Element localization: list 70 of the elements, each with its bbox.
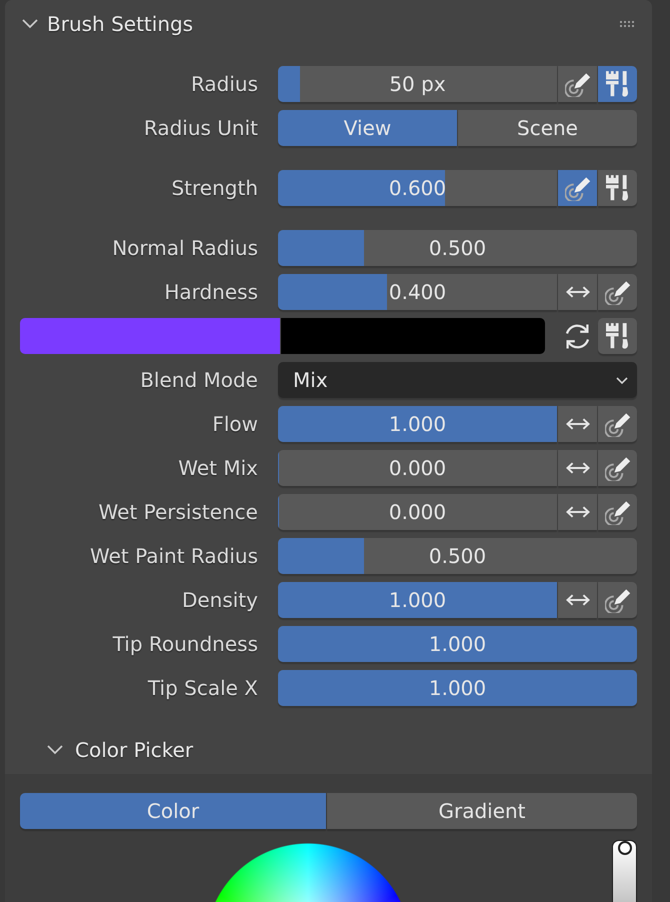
number-slider[interactable]: 0.000 [278, 450, 557, 486]
chevron-down-icon[interactable] [22, 19, 38, 29]
stylus-icon [604, 588, 630, 612]
chevron-down-icon[interactable] [47, 745, 63, 755]
panel-title: Brush Settings [47, 12, 194, 36]
double-arrow-icon [566, 418, 590, 430]
double-arrow-icon [566, 594, 590, 606]
stylus-icon [564, 176, 590, 200]
brush-icon [606, 175, 629, 201]
option-button[interactable]: View [278, 110, 457, 146]
field-label: Normal Radius [111, 236, 258, 260]
mode-tab[interactable]: Gradient [327, 793, 637, 829]
number-slider[interactable]: 0.000 [278, 494, 557, 530]
field-label: Tip Scale X [146, 676, 258, 700]
brush-icon [606, 71, 629, 97]
pressure-toggle[interactable] [598, 406, 637, 442]
field-label: Radius Unit [142, 116, 258, 140]
option-button[interactable]: Scene [458, 110, 637, 146]
number-slider[interactable]: 1.000 [278, 582, 557, 618]
number-slider[interactable]: 1.000 [278, 626, 637, 662]
field-label: Wet Mix [177, 456, 258, 480]
pressure-toggle[interactable] [598, 274, 637, 310]
stylus-icon [564, 72, 590, 96]
double-arrow-icon [566, 506, 590, 518]
field-label: Wet Persistence [97, 500, 258, 524]
pressure-toggle[interactable] [598, 494, 637, 530]
subpanel-title: Color Picker [75, 738, 194, 762]
stylus-icon [604, 412, 630, 436]
value-slider[interactable] [612, 840, 637, 902]
field-label: Radius [190, 72, 258, 96]
invert-toggle[interactable] [558, 450, 597, 486]
pressure-toggle[interactable] [558, 66, 597, 102]
number-slider[interactable]: 0.400 [278, 274, 557, 310]
stylus-icon [604, 280, 630, 304]
dropdown[interactable]: Mix [278, 362, 637, 398]
brush-toggle[interactable] [598, 66, 637, 102]
number-slider[interactable]: 50 px [278, 66, 557, 102]
double-arrow-icon [566, 462, 590, 474]
brush-toggle[interactable] [598, 170, 637, 206]
field-label: Hardness [163, 280, 258, 304]
mode-tab[interactable]: Color [20, 793, 326, 829]
field-label: Strength [170, 176, 258, 200]
color-swatch[interactable] [20, 318, 280, 354]
cycle-arrows-icon [564, 322, 591, 350]
chevron-down-icon [616, 376, 628, 384]
pressure-toggle[interactable] [598, 450, 637, 486]
number-slider[interactable]: 0.500 [278, 230, 637, 266]
field-label: Blend Mode [139, 368, 258, 392]
brush-toggle[interactable] [598, 318, 637, 354]
invert-toggle[interactable] [558, 274, 597, 310]
drag-handle-icon[interactable] [620, 21, 634, 27]
number-slider[interactable]: 0.600 [278, 170, 557, 206]
number-slider[interactable]: 1.000 [278, 670, 637, 706]
field-label: Wet Paint Radius [88, 544, 258, 568]
slider-handle[interactable] [618, 841, 632, 855]
double-arrow-icon [566, 286, 590, 298]
invert-toggle[interactable] [558, 494, 597, 530]
pressure-toggle[interactable] [558, 170, 597, 206]
field-label: Flow [211, 412, 258, 436]
field-label: Tip Roundness [112, 632, 258, 656]
stylus-icon [604, 456, 630, 480]
invert-toggle[interactable] [558, 582, 597, 618]
pressure-toggle[interactable] [598, 582, 637, 618]
field-label: Density [180, 588, 258, 612]
stylus-icon [604, 500, 630, 524]
number-slider[interactable]: 1.000 [278, 406, 557, 442]
color-swatch[interactable] [281, 318, 545, 354]
number-slider[interactable]: 0.500 [278, 538, 637, 574]
invert-toggle[interactable] [558, 406, 597, 442]
brush-icon [606, 323, 629, 349]
